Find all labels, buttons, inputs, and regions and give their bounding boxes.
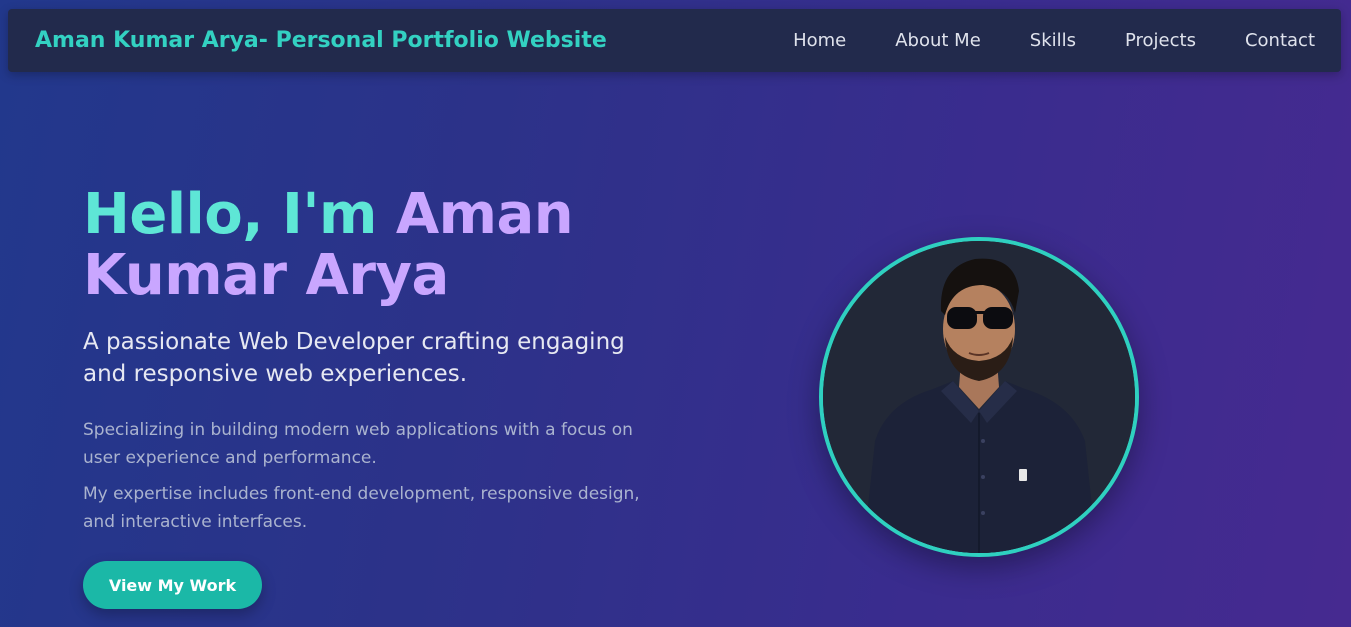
- nav-link-skills[interactable]: Skills: [1030, 30, 1076, 51]
- nav-link-contact[interactable]: Contact: [1245, 30, 1315, 51]
- profile-photo-icon: [823, 241, 1135, 553]
- hero-description-1: Specializing in building modern web appl…: [83, 420, 633, 468]
- nav-links: Home About Me Skills Projects Contact: [793, 30, 1315, 51]
- hero-title-name-first: Aman: [395, 182, 574, 247]
- nav-link-projects[interactable]: Projects: [1125, 30, 1196, 51]
- hero-title-hello: Hello, I'm: [83, 182, 377, 247]
- hero-tagline: A passionate Web Developer crafting enga…: [83, 329, 625, 387]
- navbar: Aman Kumar Arya- Personal Portfolio Webs…: [8, 9, 1341, 72]
- hero-description-2: My expertise includes front-end developm…: [83, 484, 640, 532]
- profile-photo: [819, 237, 1139, 557]
- view-my-work-button[interactable]: View My Work: [83, 561, 262, 609]
- nav-link-home[interactable]: Home: [793, 30, 846, 51]
- hero-section: Hello, I'm Aman Kumar Arya A passionate …: [83, 184, 683, 536]
- nav-link-about[interactable]: About Me: [895, 30, 981, 51]
- hero-title-name-rest: Kumar Arya: [83, 243, 449, 308]
- brand-title[interactable]: Aman Kumar Arya- Personal Portfolio Webs…: [35, 28, 607, 53]
- hero-title: Hello, I'm Aman Kumar Arya: [83, 184, 683, 306]
